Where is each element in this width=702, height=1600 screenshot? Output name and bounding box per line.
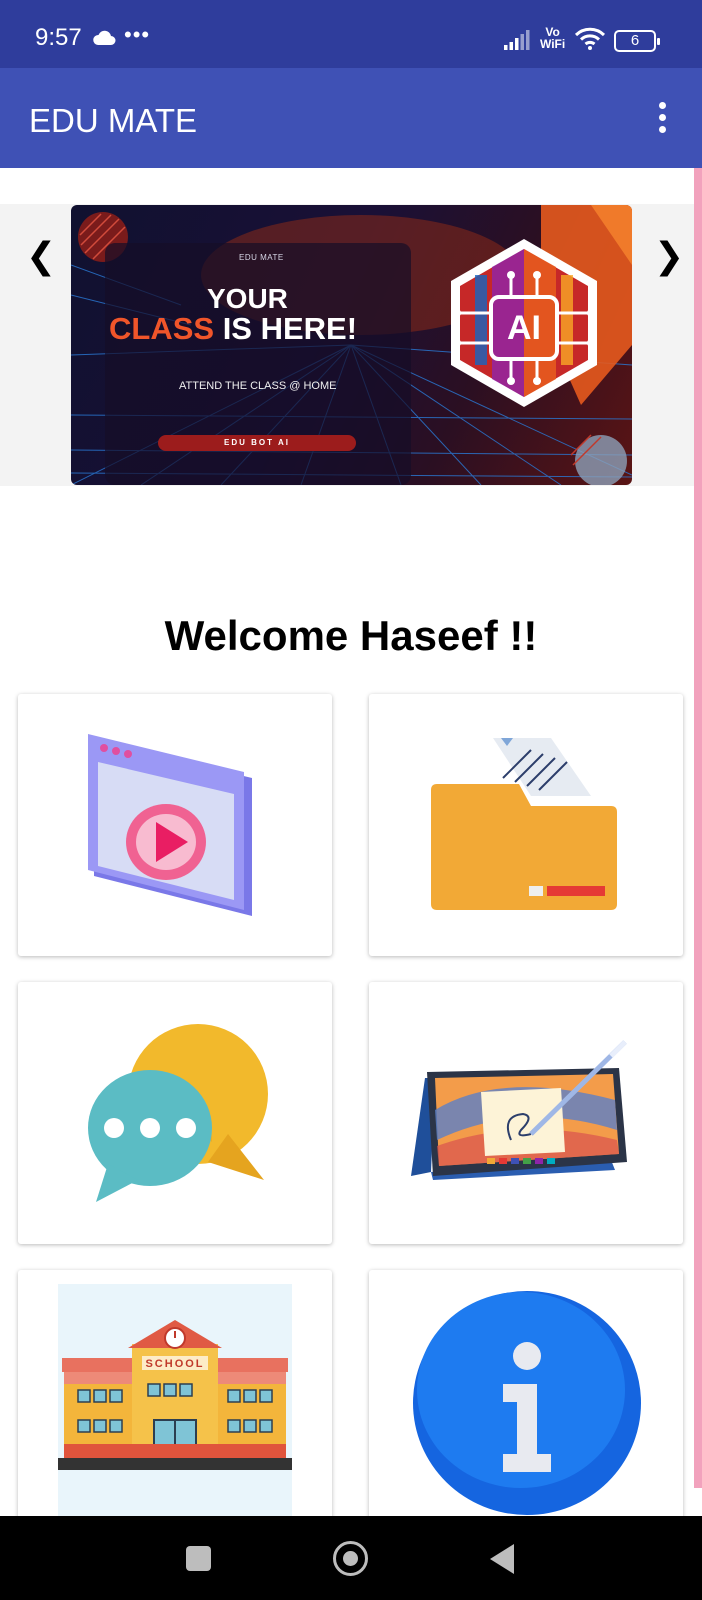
cloud-icon — [92, 30, 116, 51]
carousel-prev-button[interactable]: ❮ — [26, 236, 56, 277]
tile-documents[interactable] — [369, 694, 683, 956]
banner-headline: CLASS IS HERE! — [109, 311, 357, 347]
scroll-edge-indicator — [694, 168, 702, 1488]
system-nav-bar — [0, 1516, 702, 1600]
vowifi-wifi: WiFi — [540, 37, 566, 51]
school-icon: SCHOOL — [58, 1284, 292, 1532]
welcome-heading: Welcome Haseef !! — [164, 612, 538, 659]
banner-tagline: ATTEND THE CLASS @ HOME — [179, 380, 337, 392]
folder-icon — [431, 738, 617, 910]
more-notifications-icon: ••• — [124, 22, 151, 47]
tablet-icon — [411, 1040, 627, 1180]
banner-pill: EDU BOT AI — [158, 435, 356, 451]
info-icon — [413, 1291, 641, 1515]
banner-carousel[interactable]: ❮ EDU MATE YOUR CLASS IS HERE! ATTEND TH… — [0, 204, 694, 486]
app-bar: EDU MATE — [0, 68, 702, 168]
banner-brand: EDU MATE — [239, 253, 284, 262]
recents-button-icon[interactable] — [186, 1546, 211, 1571]
overflow-menu-icon[interactable] — [650, 102, 674, 136]
banner-headline-accent: CLASS — [109, 311, 215, 346]
tile-notes[interactable] — [369, 982, 683, 1244]
status-bar: 9:57 ••• Vo WiFi 6 — [0, 0, 702, 68]
wifi-icon — [574, 26, 606, 55]
carousel-banner[interactable]: EDU MATE YOUR CLASS IS HERE! ATTEND THE … — [71, 205, 632, 485]
battery-icon: 6 — [614, 30, 660, 52]
school-sign: SCHOOL — [145, 1358, 204, 1370]
carousel-next-button[interactable]: ❯ — [654, 236, 684, 277]
signal-icon — [504, 28, 534, 55]
tile-video[interactable] — [18, 694, 332, 956]
tile-school[interactable]: SCHOOL — [18, 1270, 332, 1532]
app-title: EDU MATE — [29, 102, 198, 139]
video-player-icon — [88, 734, 252, 916]
vowifi-indicator: Vo WiFi — [540, 26, 565, 50]
chat-icon — [88, 1024, 268, 1202]
battery-level: 6 — [630, 32, 640, 49]
tile-chat[interactable] — [18, 982, 332, 1244]
tile-info[interactable] — [369, 1270, 683, 1532]
back-button-icon[interactable] — [490, 1544, 514, 1574]
status-time: 9:57 — [35, 24, 82, 51]
banner-headline-rest: IS HERE! — [214, 311, 358, 346]
home-button-icon[interactable] — [333, 1541, 368, 1576]
banner-ai-badge: AI — [507, 309, 541, 347]
